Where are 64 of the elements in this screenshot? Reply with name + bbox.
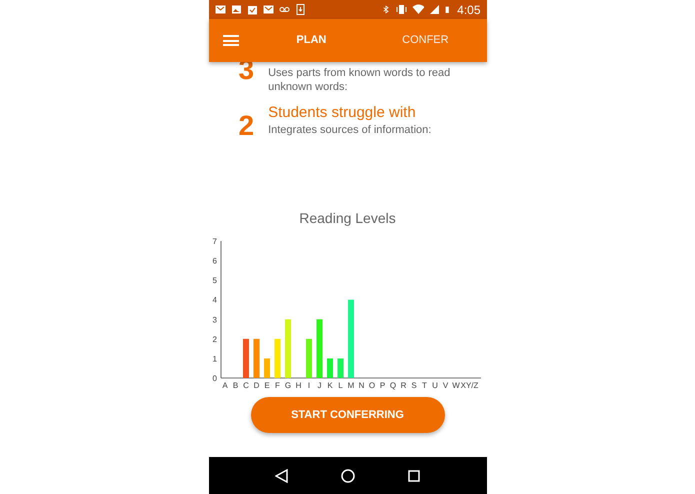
x-tick-label: J — [317, 381, 321, 390]
x-tick-label: M — [347, 381, 354, 390]
x-tick-label: U — [432, 381, 438, 390]
chart-bar — [264, 358, 270, 378]
mail-icon — [262, 4, 274, 15]
chart-bar — [284, 319, 290, 378]
x-tick-label: O — [368, 381, 375, 390]
x-tick-label: S — [410, 381, 416, 390]
x-tick-label: F — [274, 381, 280, 390]
y-tick-label: 3 — [212, 315, 216, 324]
vibrate-icon — [396, 4, 408, 15]
status-time: 4:05 — [457, 2, 480, 18]
y-tick-label: 1 — [212, 354, 216, 364]
struggle-rank: 2 — [238, 112, 254, 140]
start-conferring-button[interactable]: START CONFERRING — [250, 397, 444, 433]
home-icon[interactable] — [341, 468, 355, 482]
recents-icon[interactable] — [408, 470, 420, 482]
x-tick-label: N — [358, 381, 364, 390]
menu-icon[interactable] — [222, 35, 238, 46]
download-icon — [294, 4, 306, 15]
chart-bar — [306, 338, 312, 378]
x-tick-label: R — [400, 381, 406, 390]
y-tick-label: 2 — [212, 334, 216, 344]
clipboard-check-icon — [246, 4, 258, 15]
x-tick-label: B — [232, 381, 238, 390]
y-tick-label: 6 — [212, 256, 216, 266]
chart-bar — [253, 338, 259, 378]
x-tick-label: Q — [389, 381, 396, 390]
x-tick-label: C — [242, 381, 248, 390]
x-tick-label: P — [379, 381, 385, 390]
x-tick-label: D — [253, 381, 259, 390]
chart-bar — [316, 319, 322, 378]
y-tick-label: 7 — [212, 237, 216, 246]
nav-tab[interactable]: CONFER — [402, 32, 449, 49]
chart-title: Reading Levels — [298, 209, 397, 228]
wifi-icon — [412, 4, 424, 15]
signal-icon — [429, 4, 440, 15]
chart-bar — [326, 358, 332, 378]
x-tick-label: V — [442, 381, 448, 390]
y-tick-label: 4 — [212, 296, 216, 305]
image-icon — [230, 4, 242, 15]
back-icon[interactable] — [275, 468, 288, 482]
x-tick-label: K — [326, 381, 332, 390]
struggle-description: Uses parts from known words to read unknown words: — [268, 66, 452, 94]
bluetooth-icon — [383, 4, 392, 15]
y-tick-label: 5 — [212, 276, 216, 286]
struggle-title: Students struggle with — [268, 104, 417, 123]
nav-tab[interactable]: PLAN — [296, 32, 326, 49]
x-tick-label: H — [295, 381, 301, 390]
chart-bar — [242, 338, 248, 378]
x-tick-label: E — [264, 381, 270, 390]
struggle-description: Integrates sources of information: — [268, 122, 432, 137]
x-tick-label: A — [222, 381, 228, 390]
x-tick-label: I — [307, 381, 310, 390]
x-tick-label: W — [452, 381, 460, 390]
x-tick-label: T — [422, 381, 426, 390]
mail-icon — [214, 4, 226, 15]
x-tick-label: G — [284, 381, 291, 390]
voicemail-icon — [278, 4, 290, 15]
x-tick-label: XY/Z — [460, 381, 478, 390]
y-tick-label: 0 — [212, 374, 216, 383]
chart-bar — [337, 358, 343, 378]
x-tick-label: L — [338, 381, 342, 390]
chart-bar — [274, 338, 280, 378]
